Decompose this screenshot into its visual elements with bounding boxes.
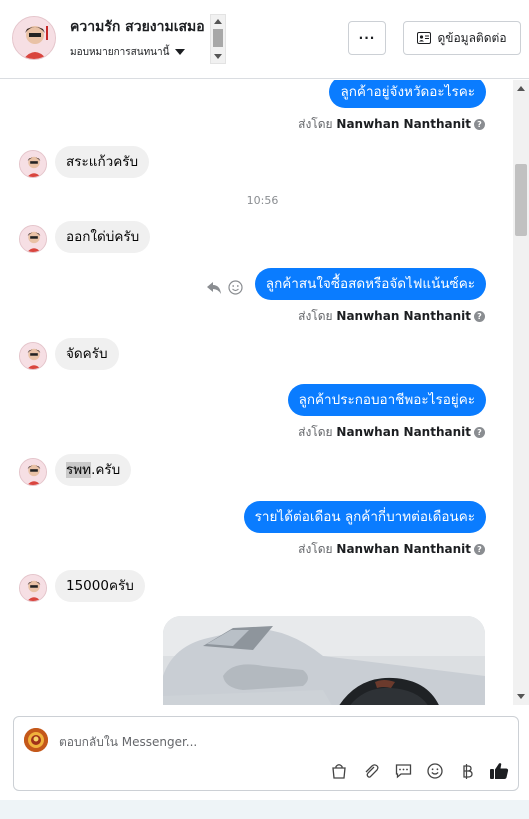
sender-name: Nanwhan Nanthanit — [336, 425, 471, 439]
view-contact-button[interactable]: ดูข้อมูลติดต่อ — [403, 21, 521, 55]
sent-by-prefix: ส่งโดย — [298, 309, 333, 323]
contact-avatar-small[interactable] — [19, 574, 47, 602]
like-thumb-icon[interactable] — [488, 761, 510, 781]
help-icon[interactable]: ? — [474, 311, 485, 322]
view-contact-label: ดูข้อมูลติดต่อ — [437, 30, 507, 45]
message-outgoing[interactable]: ลูกค้าสนใจซื้อสดหรือจัดไฟแน้นซ์คะ — [254, 268, 486, 300]
message-outgoing[interactable]: ลูกค้าอยู่จังหวัดอะไรคะ — [329, 80, 486, 108]
message-incoming[interactable]: สระแก้วครับ — [55, 146, 150, 178]
contact-title: ความรัก สวยงามเสมอ มอบหมายการสนทนานี้ — [66, 12, 228, 64]
help-icon[interactable]: ? — [474, 544, 485, 555]
reply-composer[interactable]: ตอบกลับใน Messenger... — [13, 716, 519, 791]
attachment-icon[interactable] — [360, 761, 382, 781]
sent-by-label: ส่งโดย Nanwhan Nanthanit? — [298, 307, 485, 326]
help-icon[interactable]: ? — [474, 427, 485, 438]
page-footer-band — [0, 800, 529, 819]
sent-by-label: ส่งโดย Nanwhan Nanthanit? — [298, 115, 485, 134]
assign-label: มอบหมายการสนทนานี้ — [70, 47, 170, 58]
thread-scrollbar[interactable] — [513, 80, 529, 705]
reply-icon[interactable] — [206, 281, 222, 295]
caret-down-icon — [175, 49, 186, 55]
contact-name: ความรัก สวยงามเสมอ — [70, 19, 205, 35]
emoji-react-icon[interactable] — [228, 280, 243, 295]
sent-by-prefix: ส่งโดย — [298, 425, 333, 439]
help-icon[interactable]: ? — [474, 119, 485, 130]
message-timestamp: 10:56 — [246, 194, 279, 207]
sent-by-prefix: ส่งโดย — [298, 542, 333, 556]
sent-by-label: ส่งโดย Nanwhan Nanthanit? — [298, 540, 485, 559]
contact-avatar-small[interactable] — [19, 342, 47, 370]
message-outgoing[interactable]: ลูกค้าประกอบอาชีพอะไรอยู่คะ — [287, 384, 486, 416]
assign-conversation-dropdown[interactable]: มอบหมายการสนทนานี้ — [70, 45, 186, 60]
message-outgoing[interactable]: รายได้ต่อเดือน ลูกค้ากี่บาทต่อเดือนคะ — [243, 501, 486, 533]
message-incoming[interactable]: จัดครับ — [55, 338, 119, 370]
shop-bag-icon[interactable] — [328, 761, 350, 781]
contact-card-icon — [417, 32, 432, 44]
message-thread[interactable]: ลูกค้าอยู่จังหวัดอะไรคะ ส่งโดย Nanwhan N… — [3, 80, 513, 705]
message-incoming[interactable]: รพท.ครับ — [55, 454, 132, 486]
scroll-thumb[interactable] — [515, 164, 527, 236]
message-actions — [206, 280, 243, 295]
contact-avatar-small[interactable] — [19, 458, 47, 486]
sender-name: Nanwhan Nanthanit — [336, 542, 471, 556]
conversation-header: ความรัก สวยงามเสมอ มอบหมายการสนทนานี้ ··… — [0, 0, 529, 79]
page-avatar — [24, 728, 48, 752]
scroll-down-icon[interactable] — [517, 694, 525, 699]
sent-by-label: ส่งโดย Nanwhan Nanthanit? — [298, 423, 485, 442]
scroll-up-icon[interactable] — [517, 86, 525, 91]
sender-name: Nanwhan Nanthanit — [336, 309, 471, 323]
contact-avatar-small[interactable] — [19, 150, 47, 178]
reply-input[interactable]: ตอบกลับใน Messenger... — [59, 733, 197, 752]
photo-attachment[interactable] — [163, 616, 485, 705]
scroll-up-icon[interactable] — [214, 19, 222, 24]
composer-toolbar — [328, 761, 510, 781]
saved-replies-icon[interactable] — [392, 761, 414, 781]
header-scrollbar[interactable] — [210, 14, 226, 64]
contact-avatar[interactable] — [12, 16, 56, 60]
scroll-down-icon[interactable] — [214, 54, 222, 59]
message-text: .ครับ — [91, 462, 121, 478]
emoji-icon[interactable] — [424, 761, 446, 781]
highlighted-text: รพท — [66, 462, 92, 478]
sender-name: Nanwhan Nanthanit — [336, 117, 471, 131]
sent-by-prefix: ส่งโดย — [298, 117, 333, 131]
contact-avatar-small[interactable] — [19, 225, 47, 253]
message-incoming[interactable]: ออกใด่บ่ครับ — [55, 221, 151, 253]
more-options-button[interactable]: ··· — [348, 21, 386, 55]
scroll-thumb[interactable] — [213, 29, 223, 47]
payment-baht-icon[interactable] — [456, 761, 478, 781]
message-incoming[interactable]: 15000ครับ — [55, 570, 145, 602]
